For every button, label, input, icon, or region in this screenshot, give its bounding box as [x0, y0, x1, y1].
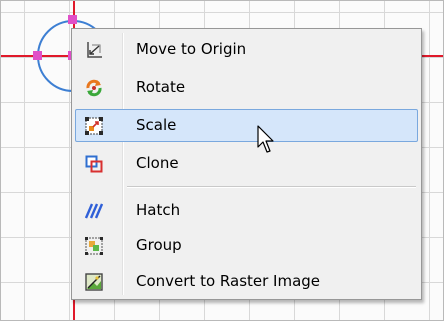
mouse-pointer-icon [257, 125, 277, 155]
menu-item-group[interactable]: Group [75, 229, 418, 262]
group-icon [85, 237, 103, 255]
menu-item-label: Group [136, 236, 182, 254]
menu-item-label: Clone [136, 154, 179, 172]
menu-item-label: Hatch [136, 201, 181, 219]
context-menu: Move to Origin Rotate Scale Clone Hatch … [71, 28, 422, 300]
convert-to-raster-icon [85, 273, 103, 291]
clone-icon [85, 155, 103, 173]
menu-item-clone[interactable]: Clone [75, 147, 418, 180]
scale-icon [85, 117, 103, 135]
menu-item-hatch[interactable]: Hatch [75, 194, 418, 227]
menu-item-label: Convert to Raster Image [136, 272, 321, 290]
rotate-icon [85, 79, 103, 97]
menu-item-label: Scale [136, 116, 177, 134]
menu-item-label: Move to Origin [136, 40, 247, 58]
selection-grip-top[interactable] [68, 15, 77, 24]
menu-item-scale[interactable]: Scale [75, 109, 418, 142]
move-to-origin-icon [85, 41, 103, 59]
hatch-icon [84, 202, 104, 220]
menu-item-label: Rotate [136, 78, 186, 96]
menu-item-convert-to-raster-image[interactable]: Convert to Raster Image [75, 265, 418, 298]
menu-item-move-to-origin[interactable]: Move to Origin [75, 33, 418, 66]
menu-item-rotate[interactable]: Rotate [75, 71, 418, 104]
selection-grip-left[interactable] [33, 51, 42, 60]
menu-separator [127, 186, 416, 188]
